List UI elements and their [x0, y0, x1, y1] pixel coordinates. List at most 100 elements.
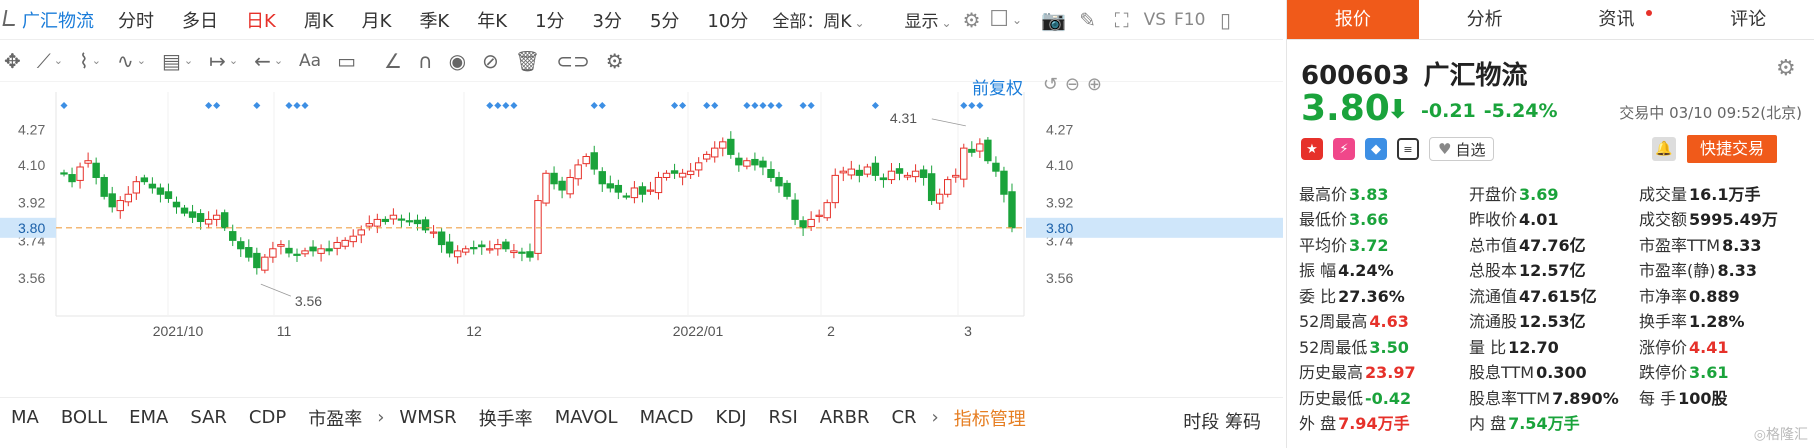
checkbox-icon[interactable]: ☐ ⌄: [989, 6, 1022, 34]
price-tick-left: 3.56: [18, 270, 45, 286]
hot-icon[interactable]: ⚡: [1333, 138, 1355, 160]
candle-body: [911, 170, 920, 178]
chevron-right-icon[interactable]: ›: [932, 407, 939, 428]
quote-row: 平均价 3.72 总市值 47.76亿 市盈率TTM 8.33: [1299, 231, 1809, 257]
period-selector[interactable]: 全部：周K ⌄: [772, 7, 864, 32]
indicator-1[interactable]: BOLL: [61, 407, 107, 428]
reset-icon[interactable]: ↺: [1043, 74, 1058, 95]
indicator-4[interactable]: CDP: [249, 407, 286, 428]
arrow-tool-icon[interactable]: ← ⌄: [254, 49, 283, 73]
zoom-in-icon[interactable]: ⊕: [1087, 74, 1102, 95]
event-marker: [293, 101, 301, 110]
candle-body: [445, 241, 454, 254]
tab-0[interactable]: 报价: [1287, 0, 1419, 39]
indicator-11[interactable]: RSI: [769, 407, 798, 428]
tag-icon[interactable]: ◆: [1365, 138, 1387, 160]
tab-3[interactable]: 评论: [1682, 0, 1814, 39]
stock-header: 600603 广汇物流: [1301, 55, 1542, 92]
settings-icon[interactable]: ⚙: [1776, 56, 1798, 81]
fullscreen-icon[interactable]: ⛶: [1108, 6, 1136, 34]
indicator-7[interactable]: 换手率: [479, 405, 533, 431]
period-tab[interactable]: 日K: [246, 7, 276, 33]
quote-value: 4.24%: [1338, 261, 1394, 281]
text-tool-icon[interactable]: Aa: [299, 51, 321, 71]
indicator-10[interactable]: KDJ: [716, 407, 747, 428]
quote-key: 开盘价: [1469, 184, 1518, 204]
period-tab[interactable]: 周K: [304, 7, 334, 33]
quick-trade-button[interactable]: 快捷交易: [1687, 135, 1777, 163]
indicator-8[interactable]: MAVOL: [555, 407, 618, 428]
quote-cell: 52周最高 4.63: [1299, 308, 1469, 332]
indicator-6[interactable]: WMSR: [399, 407, 456, 428]
move-icon[interactable]: ✥: [4, 49, 21, 73]
indicator-0[interactable]: MA: [11, 407, 39, 428]
event-marker: [253, 101, 261, 110]
angle-icon[interactable]: ∠: [384, 49, 402, 73]
vs-button[interactable]: VS: [1144, 6, 1166, 34]
candle-body: [807, 218, 815, 228]
period-tab[interactable]: 多日: [182, 7, 218, 33]
indicator-12[interactable]: ARBR: [820, 407, 870, 428]
settings-icon[interactable]: ⚙: [958, 6, 986, 34]
document-icon[interactable]: ≡: [1397, 138, 1419, 160]
period-tab[interactable]: 1分: [535, 7, 564, 33]
period-tab[interactable]: 3分: [593, 7, 622, 33]
wave-tool-icon[interactable]: ∿ ⌄: [117, 49, 146, 73]
indicator-9[interactable]: MACD: [640, 407, 694, 428]
range-tool-icon[interactable]: ↦ ⌄: [209, 49, 238, 73]
fuquan-button[interactable]: 前复权: [972, 74, 1023, 99]
comment-icon[interactable]: ▭: [337, 49, 356, 73]
candle-body: [84, 160, 92, 164]
candle-body: [542, 172, 550, 204]
delete-icon[interactable]: 🗑: [515, 49, 540, 73]
quote-row: 历史最低 -0.42 股息率TTM 7.890% 每 手 100股: [1299, 384, 1809, 410]
quote-value: 1.28%: [1689, 312, 1745, 332]
pencil-icon[interactable]: ✎: [1074, 6, 1102, 34]
bell-icon[interactable]: 🔔: [1652, 137, 1676, 161]
candle-body: [285, 247, 293, 254]
zoom-out-icon[interactable]: ⊖: [1065, 74, 1080, 95]
line-tool-icon[interactable]: ⟋ ⌄: [37, 49, 63, 73]
link-icon[interactable]: ⊂⊃: [556, 49, 590, 73]
indicator-manager[interactable]: 指标管理: [954, 405, 1026, 431]
display-menu[interactable]: 显示 ⌄: [905, 7, 952, 32]
settings-icon[interactable]: ⚙: [606, 49, 624, 73]
period-tab[interactable]: 分时: [118, 7, 154, 33]
camera-icon[interactable]: 📷: [1040, 6, 1068, 34]
polyline-tool-icon[interactable]: ⌇ ⌄: [79, 49, 101, 73]
indicator-3[interactable]: SAR: [190, 407, 227, 428]
eye-icon[interactable]: ◉: [449, 49, 466, 73]
indicator-2[interactable]: EMA: [129, 407, 168, 428]
indicator-5[interactable]: 市盈率: [308, 405, 362, 431]
period-tab[interactable]: 10分: [707, 7, 748, 33]
quote-key: 股息TTM: [1469, 363, 1535, 383]
price-tick-left: 4.27: [18, 121, 45, 137]
indicator-13[interactable]: CR: [891, 407, 916, 428]
tab-2[interactable]: 资讯: [1551, 0, 1683, 39]
quote-key: 最高价: [1299, 184, 1348, 204]
tab-1[interactable]: 分析: [1419, 0, 1551, 39]
sidebar-toggle-icon[interactable]: ▯: [1211, 6, 1239, 34]
candle-body: [397, 218, 406, 221]
quote-cell: 昨收价 4.01: [1469, 206, 1639, 230]
period-tab[interactable]: 5分: [650, 7, 679, 33]
fibonacci-tool-icon[interactable]: ▤ ⌄: [162, 49, 193, 73]
period-tab[interactable]: 月K: [362, 7, 392, 33]
time-chip-toggle[interactable]: 时段 筹码: [1183, 408, 1261, 434]
price-change: -0.21 -5.24%: [1421, 100, 1566, 122]
chevron-right-icon[interactable]: ›: [377, 407, 384, 428]
kline-chart[interactable]: 4.27 4.27 4.10 4.10 3.92 3.92 3.74 3.74 3.56 3.56…: [0, 74, 1283, 400]
hide-icon[interactable]: ⊘: [482, 49, 499, 73]
kline-svg[interactable]: 4.27 4.274.10 4.103.92 3.923.74 3.743.56 3.56…: [0, 82, 1283, 400]
magnet-icon[interactable]: ∩: [418, 49, 433, 73]
f10-button[interactable]: F10: [1174, 6, 1205, 34]
watermark-logo: ◎格隆汇: [1753, 427, 1808, 443]
stock-title[interactable]: 广汇物流: [0, 7, 94, 33]
quote-key: 市净率: [1639, 286, 1688, 306]
candle-body: [727, 138, 735, 155]
quote-key: 流通股: [1469, 312, 1518, 332]
period-tab[interactable]: 季K: [419, 7, 449, 33]
period-tab[interactable]: 年K: [477, 7, 507, 33]
favorite-button[interactable]: ♥ 自选: [1429, 137, 1495, 161]
quote-key: 昨收价: [1469, 210, 1518, 230]
